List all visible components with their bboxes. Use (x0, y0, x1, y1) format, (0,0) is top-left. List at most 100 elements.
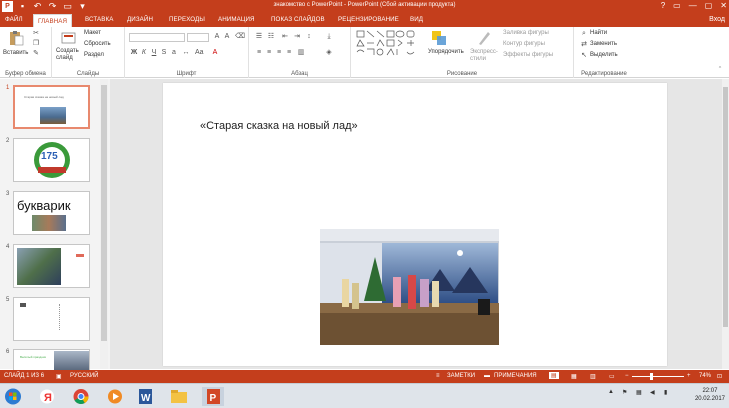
network-icon[interactable]: ▦ (636, 389, 642, 396)
collapse-ribbon-icon[interactable]: ˆ (716, 67, 724, 75)
maximize-button[interactable]: ▢ (705, 1, 713, 10)
signin-link[interactable]: Вход (709, 16, 725, 23)
font-name-box[interactable] (129, 33, 185, 42)
tray-overflow-icon[interactable]: ▲ (608, 389, 614, 395)
slide-thumbnail-5[interactable] (13, 297, 90, 341)
yandex-browser-icon[interactable]: Я (36, 387, 58, 406)
word-icon[interactable]: W (134, 387, 156, 406)
section-button[interactable]: Раздел (84, 52, 104, 58)
layout-button[interactable]: Макет (84, 30, 101, 36)
tab-slideshow[interactable]: ПОКАЗ СЛАЙДОВ (271, 16, 325, 23)
font-color-icon[interactable]: A (211, 49, 219, 57)
bullets-icon[interactable]: ☰ (255, 33, 263, 41)
slideshow-view-icon[interactable]: ▭ (609, 373, 615, 380)
copy-icon[interactable]: ❐ (32, 40, 40, 48)
grow-font-icon[interactable]: A (213, 33, 221, 41)
reset-button[interactable]: Сбросить (84, 41, 111, 47)
find-icon[interactable]: ⌕ (580, 30, 588, 38)
columns-icon[interactable]: ▥ (297, 49, 305, 57)
zoom-in-icon[interactable]: + (687, 373, 691, 379)
tab-file[interactable]: ФАЙЛ (5, 16, 23, 23)
ribbon-display-button[interactable]: ▭ (673, 1, 681, 10)
slide-thumbnail-4[interactable] (13, 244, 90, 288)
tab-home[interactable]: ГЛАВНАЯ (33, 14, 73, 27)
comments-button[interactable]: ПРИМЕЧАНИЯ (494, 373, 537, 379)
slides-pane-scroll-thumb[interactable] (101, 85, 107, 341)
shape-fill-button[interactable]: Заливка фигуры (503, 30, 549, 36)
line-spacing-icon[interactable]: ↕ (305, 33, 313, 41)
find-button[interactable]: Найти (590, 30, 607, 36)
reading-view-icon[interactable]: ▥ (590, 373, 596, 380)
cut-icon[interactable]: ✂ (32, 30, 40, 38)
underline-icon[interactable]: Ч (150, 49, 158, 57)
arrange-icon[interactable] (431, 30, 447, 46)
help-button[interactable]: ? (661, 1, 665, 10)
media-player-icon[interactable] (104, 387, 126, 406)
slide-thumbnail-3[interactable]: букварик (13, 191, 90, 235)
select-icon[interactable]: ↖ (580, 52, 588, 60)
zoom-level[interactable]: 74% (699, 373, 711, 379)
slide-thumbnail-1[interactable]: Старая сказка на новый лад (13, 85, 90, 129)
language-indicator[interactable]: РУССКИЙ (70, 373, 98, 379)
spellcheck-icon[interactable]: ▣ (56, 373, 62, 380)
align-right-icon[interactable]: ≡ (275, 49, 283, 57)
stage-photo[interactable] (320, 229, 499, 345)
slide-thumbnail-2[interactable]: 175 (13, 138, 90, 182)
arrange-label[interactable]: Упорядочить (428, 49, 464, 55)
volume-icon[interactable]: ◀ (650, 389, 655, 396)
close-button[interactable]: ✕ (720, 1, 727, 10)
select-button[interactable]: Выделить (590, 52, 618, 58)
tab-insert[interactable]: ВСТАВКА (85, 16, 113, 23)
editor-scrollbar[interactable] (722, 79, 729, 369)
zoom-slider[interactable] (632, 376, 684, 377)
paste-label[interactable]: Вставить (3, 50, 28, 56)
zoom-out-icon[interactable]: − (625, 373, 629, 379)
char-spacing-icon[interactable]: ↔ (182, 49, 190, 57)
align-center-icon[interactable]: ≡ (265, 49, 273, 57)
increase-indent-icon[interactable]: ⇥ (293, 33, 301, 41)
shape-effects-button[interactable]: Эффекты фигуры (503, 52, 553, 58)
format-painter-icon[interactable]: ✎ (32, 50, 40, 58)
font-size-box[interactable] (187, 33, 209, 42)
zoom-slider-thumb[interactable] (650, 373, 653, 380)
quick-styles-label[interactable]: Экспресс-стили (470, 49, 500, 63)
slide-title[interactable]: «Старая сказка на новый лад» (200, 120, 358, 132)
tab-review[interactable]: РЕЦЕНЗИРОВАНИЕ (338, 16, 399, 23)
strikethrough-icon[interactable]: a (170, 49, 178, 57)
shadow-icon[interactable]: S (160, 49, 168, 57)
chrome-icon[interactable] (70, 387, 92, 406)
new-slide-label[interactable]: Создать слайд (56, 48, 86, 62)
slides-pane-scrollbar[interactable] (100, 79, 108, 369)
tab-design[interactable]: ДИЗАЙН (127, 16, 153, 23)
fit-slide-icon[interactable]: ⊡ (717, 373, 722, 380)
change-case-icon[interactable]: Aa (195, 49, 204, 57)
notes-button[interactable]: ЗАМЕТКИ (447, 373, 475, 379)
system-clock[interactable]: 22:07 20.02.2017 (695, 387, 725, 403)
shrink-font-icon[interactable]: A (223, 33, 231, 41)
file-explorer-icon[interactable] (168, 387, 190, 406)
shapes-gallery-icon[interactable] (356, 30, 424, 58)
italic-icon[interactable]: К (140, 49, 148, 57)
replace-icon[interactable]: ⇄ (580, 41, 588, 49)
editor-scroll-thumb[interactable] (723, 87, 728, 327)
shape-outline-button[interactable]: Контур фигуры (503, 41, 545, 47)
justify-icon[interactable]: ≡ (285, 49, 293, 57)
paste-icon[interactable] (8, 30, 24, 46)
clear-format-icon[interactable]: ⌫ (235, 33, 245, 41)
quick-styles-icon[interactable] (476, 30, 492, 46)
current-slide[interactable]: «Старая сказка на новый лад» (163, 83, 667, 366)
align-left-icon[interactable]: ≡ (255, 49, 263, 57)
smartart-icon[interactable]: ◈ (325, 49, 333, 57)
powerpoint-taskbar-icon[interactable]: P (202, 387, 224, 406)
text-direction-icon[interactable]: ⤓ (325, 33, 333, 41)
new-slide-icon[interactable] (60, 30, 76, 46)
tab-transitions[interactable]: ПЕРЕХОДЫ (169, 16, 205, 23)
slide-sorter-icon[interactable]: ▦ (571, 373, 577, 380)
replace-button[interactable]: Заменить (590, 41, 617, 47)
start-icon[interactable] (2, 387, 24, 406)
flag-icon[interactable]: ⚑ (622, 389, 627, 396)
decrease-indent-icon[interactable]: ⇤ (281, 33, 289, 41)
normal-view-icon[interactable]: ▤ (549, 372, 559, 379)
slide-thumbnail-6[interactable]: Весёлый праздник (13, 349, 90, 371)
tab-animation[interactable]: АНИМАЦИЯ (218, 16, 255, 23)
